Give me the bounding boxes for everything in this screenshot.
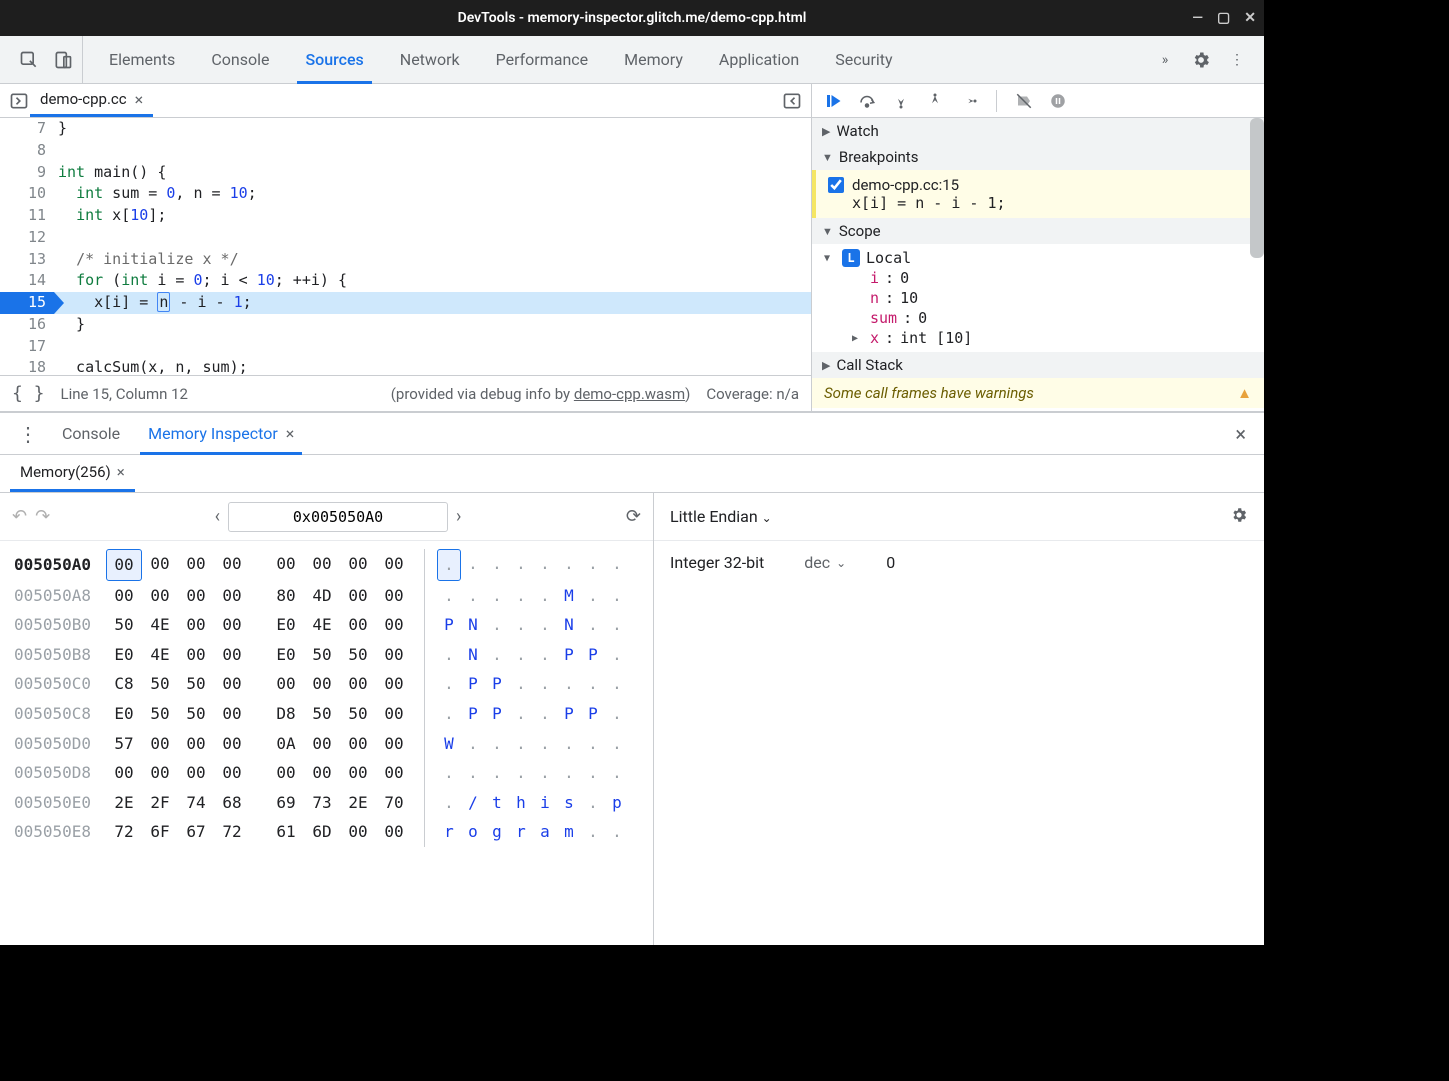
callstack-section[interactable]: ▶Call Stack (812, 352, 1264, 378)
code-line[interactable]: 9int main() { (0, 162, 811, 184)
close-button[interactable]: ✕ (1244, 10, 1256, 26)
tab-console[interactable]: Console (193, 36, 287, 83)
sources-pane: demo-cpp.cc × 7}89int main() {10 int sum… (0, 84, 812, 411)
hex-viewer[interactable]: 005050A00000000000000000........005050A8… (0, 541, 653, 945)
hex-row[interactable]: 005050A00000000000000000........ (14, 549, 639, 581)
chevron-down-icon: ⌄ (762, 511, 772, 525)
debug-info-link[interactable]: demo-cpp.wasm (574, 385, 685, 403)
tab-elements[interactable]: Elements (91, 36, 193, 83)
breakpoint-checkbox[interactable] (828, 177, 844, 193)
breakpoints-section[interactable]: ▼Breakpoints (812, 144, 1264, 170)
hex-row[interactable]: 005050E02E2F746869732E70./this.p (14, 788, 639, 818)
scrollbar[interactable] (1250, 118, 1264, 258)
close-drawer-icon[interactable]: × (1225, 422, 1256, 446)
code-line[interactable]: 12 (0, 227, 811, 249)
watch-section[interactable]: ▶Watch (812, 118, 1264, 144)
tab-network[interactable]: Network (382, 36, 478, 83)
scope-section[interactable]: ▼Scope (812, 218, 1264, 244)
step-icon[interactable] (958, 90, 980, 112)
step-out-icon[interactable] (924, 90, 946, 112)
drawer: ⋮ Console Memory Inspector× × Memory(256… (0, 412, 1264, 945)
scope-var[interactable]: n: 10 (852, 288, 1264, 308)
breakpoint-item[interactable]: demo-cpp.cc:15 x[i] = n - i - 1; (812, 170, 1264, 218)
callstack-warning: Some call frames have warnings ▲ (812, 378, 1264, 408)
tab-application[interactable]: Application (701, 36, 817, 83)
step-into-icon[interactable] (890, 90, 912, 112)
file-tab-label: demo-cpp.cc (40, 90, 127, 108)
base-select[interactable]: dec ⌄ (804, 553, 846, 572)
code-line[interactable]: 15 x[i] = n - i - 1; (0, 292, 811, 314)
resume-icon[interactable] (822, 90, 844, 112)
code-line[interactable]: 16 } (0, 314, 811, 336)
tab-security[interactable]: Security (817, 36, 910, 83)
hex-row[interactable]: 005050A800000000804D0000.....M.. (14, 581, 639, 611)
refresh-icon[interactable]: ⟳ (626, 506, 641, 527)
hex-row[interactable]: 005050B8E04E0000E0505000.N...PP. (14, 640, 639, 670)
minimize-button[interactable]: — (1192, 10, 1203, 26)
value-row: Integer 32-bit dec ⌄ 0 (654, 541, 1264, 584)
pretty-print-icon[interactable]: { } (12, 383, 45, 404)
undo-icon[interactable]: ↶ (12, 506, 27, 527)
inspect-element-icon[interactable] (18, 49, 40, 71)
tab-memory[interactable]: Memory (606, 36, 701, 83)
hex-row[interactable]: 005050D0570000000A000000W....... (14, 729, 639, 759)
code-line[interactable]: 10 int sum = 0, n = 10; (0, 183, 811, 205)
titlebar: DevTools - memory-inspector.glitch.me/de… (0, 0, 1264, 36)
settings-gear-icon[interactable] (1190, 49, 1212, 71)
scope-var[interactable]: i: 0 (852, 268, 1264, 288)
chevron-down-icon: ⌄ (836, 556, 846, 570)
device-toolbar-icon[interactable] (52, 49, 74, 71)
navigator-toggle-icon[interactable] (8, 90, 30, 112)
code-line[interactable]: 7} (0, 118, 811, 140)
close-tab-icon[interactable]: × (286, 424, 295, 443)
deactivate-breakpoints-icon[interactable] (1013, 90, 1035, 112)
console-tab[interactable]: Console (48, 413, 134, 454)
code-line[interactable]: 8 (0, 140, 811, 162)
prev-page-icon[interactable]: ‹ (215, 506, 220, 527)
tab-sources[interactable]: Sources (287, 36, 381, 83)
close-tab-icon[interactable]: × (135, 90, 144, 109)
scope-var[interactable]: ▶x: int [10] (852, 328, 1264, 348)
scope-var[interactable]: sum: 0 (852, 308, 1264, 328)
coverage-label: Coverage: n/a (706, 385, 799, 403)
code-line[interactable]: 18 calcSum(x, n, sum); (0, 357, 811, 375)
code-line[interactable]: 17 (0, 336, 811, 358)
hex-row[interactable]: 005050D80000000000000000........ (14, 758, 639, 788)
code-line[interactable]: 11 int x[10]; (0, 205, 811, 227)
source-status-bar: { } Line 15, Column 12 (provided via deb… (0, 375, 811, 411)
address-input[interactable] (228, 502, 448, 532)
hex-row[interactable]: 005050E8726F6772616D0000rogram.. (14, 817, 639, 847)
value-settings-icon[interactable] (1230, 506, 1248, 528)
more-tabs-icon[interactable]: » (1154, 49, 1176, 71)
redo-icon[interactable]: ↷ (35, 506, 50, 527)
kebab-menu-icon[interactable]: ⋮ (1226, 49, 1248, 71)
step-over-icon[interactable] (856, 90, 878, 112)
hex-row[interactable]: 005050C0C850500000000000.PP..... (14, 669, 639, 699)
maximize-button[interactable]: ▢ (1217, 10, 1230, 26)
code-editor[interactable]: 7}89int main() {10 int sum = 0, n = 10;1… (0, 118, 811, 375)
hex-row[interactable]: 005050C8E0505000D8505000.PP..PP. (14, 699, 639, 729)
file-tab[interactable]: demo-cpp.cc × (30, 84, 153, 117)
memory-inspector-tab[interactable]: Memory Inspector× (134, 413, 308, 454)
memory-subtab[interactable]: Memory(256)× (10, 455, 135, 492)
close-tab-icon[interactable]: × (117, 463, 125, 481)
debugger-pane: ▶Watch ▼Breakpoints demo-cpp.cc:15 x[i] … (812, 84, 1264, 411)
debugger-toggle-icon[interactable] (781, 90, 803, 112)
drawer-menu-icon[interactable]: ⋮ (8, 422, 48, 446)
main-tabbar: ElementsConsoleSourcesNetworkPerformance… (0, 36, 1264, 84)
endianness-select[interactable]: Little Endian ⌄ (670, 507, 772, 526)
code-line[interactable]: 14 for (int i = 0; i < 10; ++i) { (0, 270, 811, 292)
warning-icon: ▲ (1237, 384, 1252, 402)
local-badge-icon: L (842, 249, 860, 267)
cursor-position: Line 15, Column 12 (61, 385, 188, 403)
scope-local[interactable]: ▼LLocal (824, 248, 1264, 268)
pause-on-exceptions-icon[interactable] (1047, 90, 1069, 112)
window-title: DevTools - memory-inspector.glitch.me/de… (458, 10, 807, 26)
code-line[interactable]: 13 /* initialize x */ (0, 249, 811, 271)
next-page-icon[interactable]: › (456, 506, 461, 527)
tab-performance[interactable]: Performance (478, 36, 607, 83)
hex-row[interactable]: 005050B0504E0000E04E0000PN...N.. (14, 610, 639, 640)
